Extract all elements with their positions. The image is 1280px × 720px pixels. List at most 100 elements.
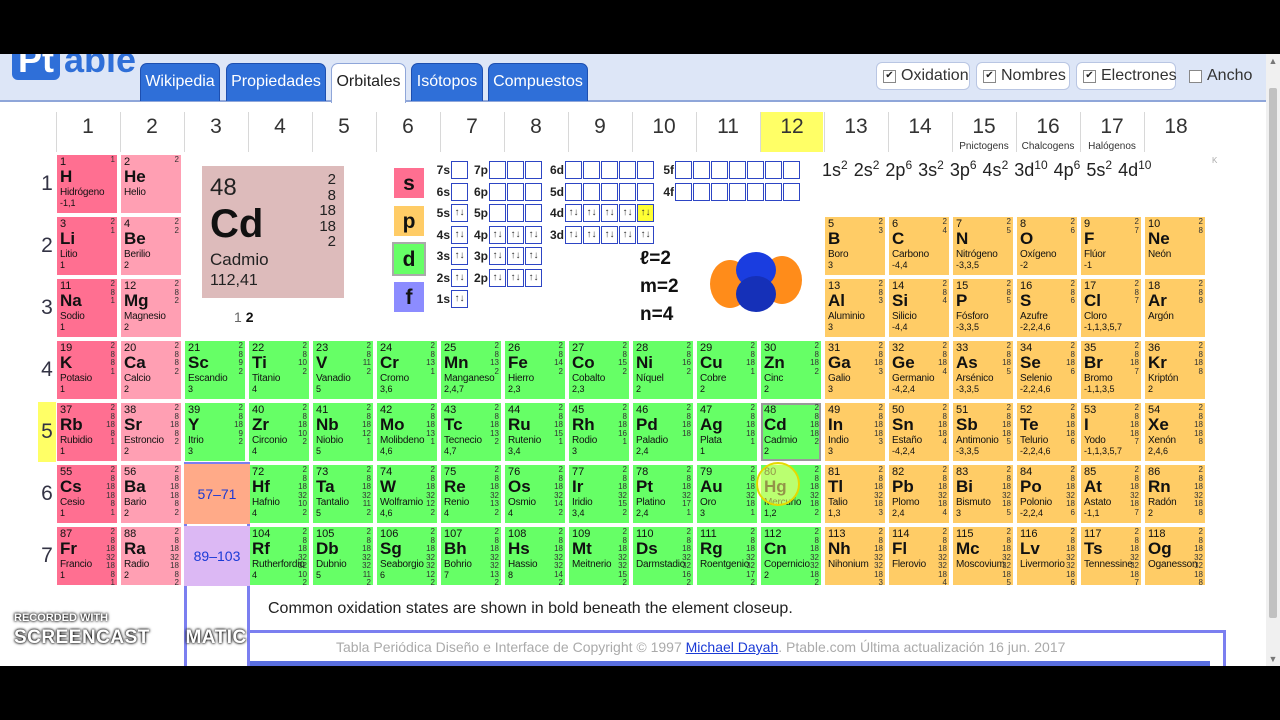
group-header-11[interactable]: 11	[696, 112, 759, 152]
group-header-12[interactable]: 12	[760, 112, 823, 152]
element-Rh[interactable]: 45 Rh Rodio 3 2 8 18 16 1	[568, 402, 630, 462]
element-Br[interactable]: 35 Br Bromo -1,1,3,5 2 8 18 7	[1080, 340, 1142, 400]
period-label-3[interactable]: 3	[38, 278, 56, 338]
element-Rf[interactable]: 104 Rf Rutherfordio 4 2 8 18 32 32 10 2	[248, 526, 310, 586]
element-Xe[interactable]: 54 Xe Xenón 2,4,6 2 8 18 18 8	[1144, 402, 1206, 462]
scroll-up-icon[interactable]: ▲	[1266, 54, 1280, 68]
element-Re[interactable]: 75 Re Renio 4 2 8 18 32 13 2	[440, 464, 502, 524]
element-Os[interactable]: 76 Os Osmio 4 2 8 18 32 14 2	[504, 464, 566, 524]
element-Hf[interactable]: 72 Hf Hafnio 4 2 8 18 32 10 2	[248, 464, 310, 524]
element-Bh[interactable]: 107 Bh Bohrio 7 2 8 18 32 32 13 2	[440, 526, 502, 586]
option-oxidation[interactable]: ✔ Oxidation	[876, 62, 970, 90]
element-Fl[interactable]: 114 Fl Flerovio 2 8 18 32 32 18 4	[888, 526, 950, 586]
element-At[interactable]: 85 At Astato -1,1 2 8 18 32 18 7	[1080, 464, 1142, 524]
block-s-button[interactable]: s	[392, 166, 426, 200]
period-label-4[interactable]: 4	[38, 340, 56, 400]
tab-compuestos[interactable]: Compuestos	[488, 63, 588, 101]
group-header-4[interactable]: 4	[248, 112, 311, 152]
element-B[interactable]: 5 B Boro 3 2 3	[824, 216, 886, 276]
element-Ra[interactable]: 88 Ra Radio 2 2 8 18 32 18 8 2	[120, 526, 182, 586]
element-Hs[interactable]: 108 Hs Hassio 8 2 8 18 32 32 14 2	[504, 526, 566, 586]
element-Cn[interactable]: 112 Cn Copernicio 2 2 8 18 32 32 18 2	[760, 526, 822, 586]
element-Tl[interactable]: 81 Tl Talio 1,3 2 8 18 32 18 3	[824, 464, 886, 524]
element-Pd[interactable]: 46 Pd Paladio 2,4 2 8 18 18	[632, 402, 694, 462]
element-P[interactable]: 15 P Fósforo -3,3,5 2 8 5	[952, 278, 1014, 338]
option-nombres[interactable]: ✔ Nombres	[976, 62, 1070, 90]
vertical-scrollbar[interactable]: ▲ ▼	[1266, 54, 1280, 666]
option-electrones[interactable]: ✔ Electrones	[1076, 62, 1177, 90]
element-V[interactable]: 23 V Vanadio 5 2 8 11 2	[312, 340, 374, 400]
element-Pb[interactable]: 82 Pb Plomo 2,4 2 8 18 32 18 4	[888, 464, 950, 524]
footer-author-link[interactable]: Michael Dayah	[686, 639, 779, 655]
group-header-14[interactable]: 14	[888, 112, 951, 152]
period-label-5[interactable]: 5	[38, 402, 56, 462]
element-Ru[interactable]: 44 Ru Rutenio 3,4 2 8 18 15 1	[504, 402, 566, 462]
scrollbar-thumb[interactable]	[1269, 88, 1277, 618]
period-label-2[interactable]: 2	[38, 216, 56, 276]
block-f-button[interactable]: f	[392, 280, 426, 314]
element-Mo[interactable]: 42 Mo Molibdeno 4,6 2 8 18 13 1	[376, 402, 438, 462]
period-label-7[interactable]: 7	[38, 526, 56, 586]
element-Nb[interactable]: 41 Nb Niobio 5 2 8 18 12 1	[312, 402, 374, 462]
element-Mc[interactable]: 115 Mc Moscovium 2 8 18 32 32 18 5	[952, 526, 1014, 586]
element-F[interactable]: 9 F Flúor -1 2 7	[1080, 216, 1142, 276]
element-Si[interactable]: 14 Si Silicio -4,4 2 8 4	[888, 278, 950, 338]
element-Zn[interactable]: 30 Zn Cinc 2 2 8 18 2	[760, 340, 822, 400]
element-Ne[interactable]: 10 Ne Neón 2 8	[1144, 216, 1206, 276]
group-header-7[interactable]: 7	[440, 112, 503, 152]
period-label-6[interactable]: 6	[38, 464, 56, 524]
checkbox-icon[interactable]: ✔	[1083, 70, 1096, 83]
period-label-1[interactable]: 1	[38, 154, 56, 214]
group-header-15[interactable]: 15 Pnictogens	[952, 112, 1015, 152]
element-W[interactable]: 74 W Wolframio 4,6 2 8 18 32 12 2	[376, 464, 438, 524]
element-Mt[interactable]: 109 Mt Meitnerio 2 8 18 32 32 15 2	[568, 526, 630, 586]
element-Li[interactable]: 3 Li Litio 1 2 1	[56, 216, 118, 276]
element-Ba[interactable]: 56 Ba Bario 2 2 8 18 18 8 2	[120, 464, 182, 524]
group-header-8[interactable]: 8	[504, 112, 567, 152]
element-Ir[interactable]: 77 Ir Iridio 3,4 2 8 18 32 15 2	[568, 464, 630, 524]
element-Mg[interactable]: 12 Mg Magnesio 2 2 8 2	[120, 278, 182, 338]
tab-orbitales[interactable]: Orbitales	[331, 63, 406, 103]
element-Ag[interactable]: 47 Ag Plata 1 2 8 18 18 1	[696, 402, 758, 462]
group-header-18[interactable]: 18	[1144, 112, 1207, 152]
element-Y[interactable]: 39 Y Itrio 3 2 8 18 9 2	[184, 402, 246, 462]
group-header-13[interactable]: 13	[824, 112, 887, 152]
checkbox-icon[interactable]	[1189, 70, 1202, 83]
element-Ts[interactable]: 117 Ts Tennessine 2 8 18 32 32 18 7	[1080, 526, 1142, 586]
group-header-17[interactable]: 17 Halógenos	[1080, 112, 1143, 152]
element-N[interactable]: 7 N Nitrógeno -3,3,5 2 5	[952, 216, 1014, 276]
block-p-button[interactable]: p	[392, 204, 426, 238]
element-Tc[interactable]: 43 Tc Tecnecio 4,7 2 8 18 13 2	[440, 402, 502, 462]
element-Pt[interactable]: 78 Pt Platino 2,4 2 8 18 32 17 1	[632, 464, 694, 524]
scroll-down-icon[interactable]: ▼	[1266, 652, 1280, 666]
block-d-button[interactable]: d	[392, 242, 426, 276]
tab-wikipedia[interactable]: Wikipedia	[140, 63, 220, 101]
element-O[interactable]: 8 O Oxígeno -2 2 6	[1016, 216, 1078, 276]
element-Na[interactable]: 11 Na Sodio 1 2 8 1	[56, 278, 118, 338]
group-header-5[interactable]: 5	[312, 112, 375, 152]
element-Ar[interactable]: 18 Ar Argón 2 8 8	[1144, 278, 1206, 338]
element-K[interactable]: 19 K Potasio 1 2 8 8 1	[56, 340, 118, 400]
element-Ge[interactable]: 32 Ge Germanio -4,2,4 2 8 18 4	[888, 340, 950, 400]
group-header-9[interactable]: 9	[568, 112, 631, 152]
element-Nh[interactable]: 113 Nh Nihonium 2 8 18 32 32 18 3	[824, 526, 886, 586]
checkbox-icon[interactable]: ✔	[883, 70, 896, 83]
element-Rg[interactable]: 111 Rg Roentgenio 2 8 18 32 32 17 2	[696, 526, 758, 586]
element-H[interactable]: 1 H Hidrógeno -1,1 1	[56, 154, 118, 214]
element-Fr[interactable]: 87 Fr Francio 1 2 8 18 32 18 8 1	[56, 526, 118, 586]
element-He[interactable]: 2 He Helio 2	[120, 154, 182, 214]
group-header-16[interactable]: 16 Chalcogens	[1016, 112, 1079, 152]
element-Se[interactable]: 34 Se Selenio -2,2,4,6 2 8 18 6	[1016, 340, 1078, 400]
group-header-1[interactable]: 1	[56, 112, 119, 152]
actinides-button[interactable]: 89–103	[184, 526, 250, 586]
element-Mn[interactable]: 25 Mn Manganeso 2,4,7 2 8 13 2	[440, 340, 502, 400]
element-Be[interactable]: 4 Be Berilio 2 2 2	[120, 216, 182, 276]
group-header-6[interactable]: 6	[376, 112, 439, 152]
lanthanides-button[interactable]: 57–71	[184, 464, 250, 524]
element-Ds[interactable]: 110 Ds Darmstadio 2 8 18 32 32 16 2	[632, 526, 694, 586]
element-Sn[interactable]: 50 Sn Estaño -4,2,4 2 8 18 18 4	[888, 402, 950, 462]
element-Cu[interactable]: 29 Cu Cobre 2 2 8 18 1	[696, 340, 758, 400]
element-Db[interactable]: 105 Db Dubnio 5 2 8 18 32 32 11 2	[312, 526, 374, 586]
tab-isotopos[interactable]: Isótopos	[411, 63, 483, 101]
group-header-10[interactable]: 10	[632, 112, 695, 152]
